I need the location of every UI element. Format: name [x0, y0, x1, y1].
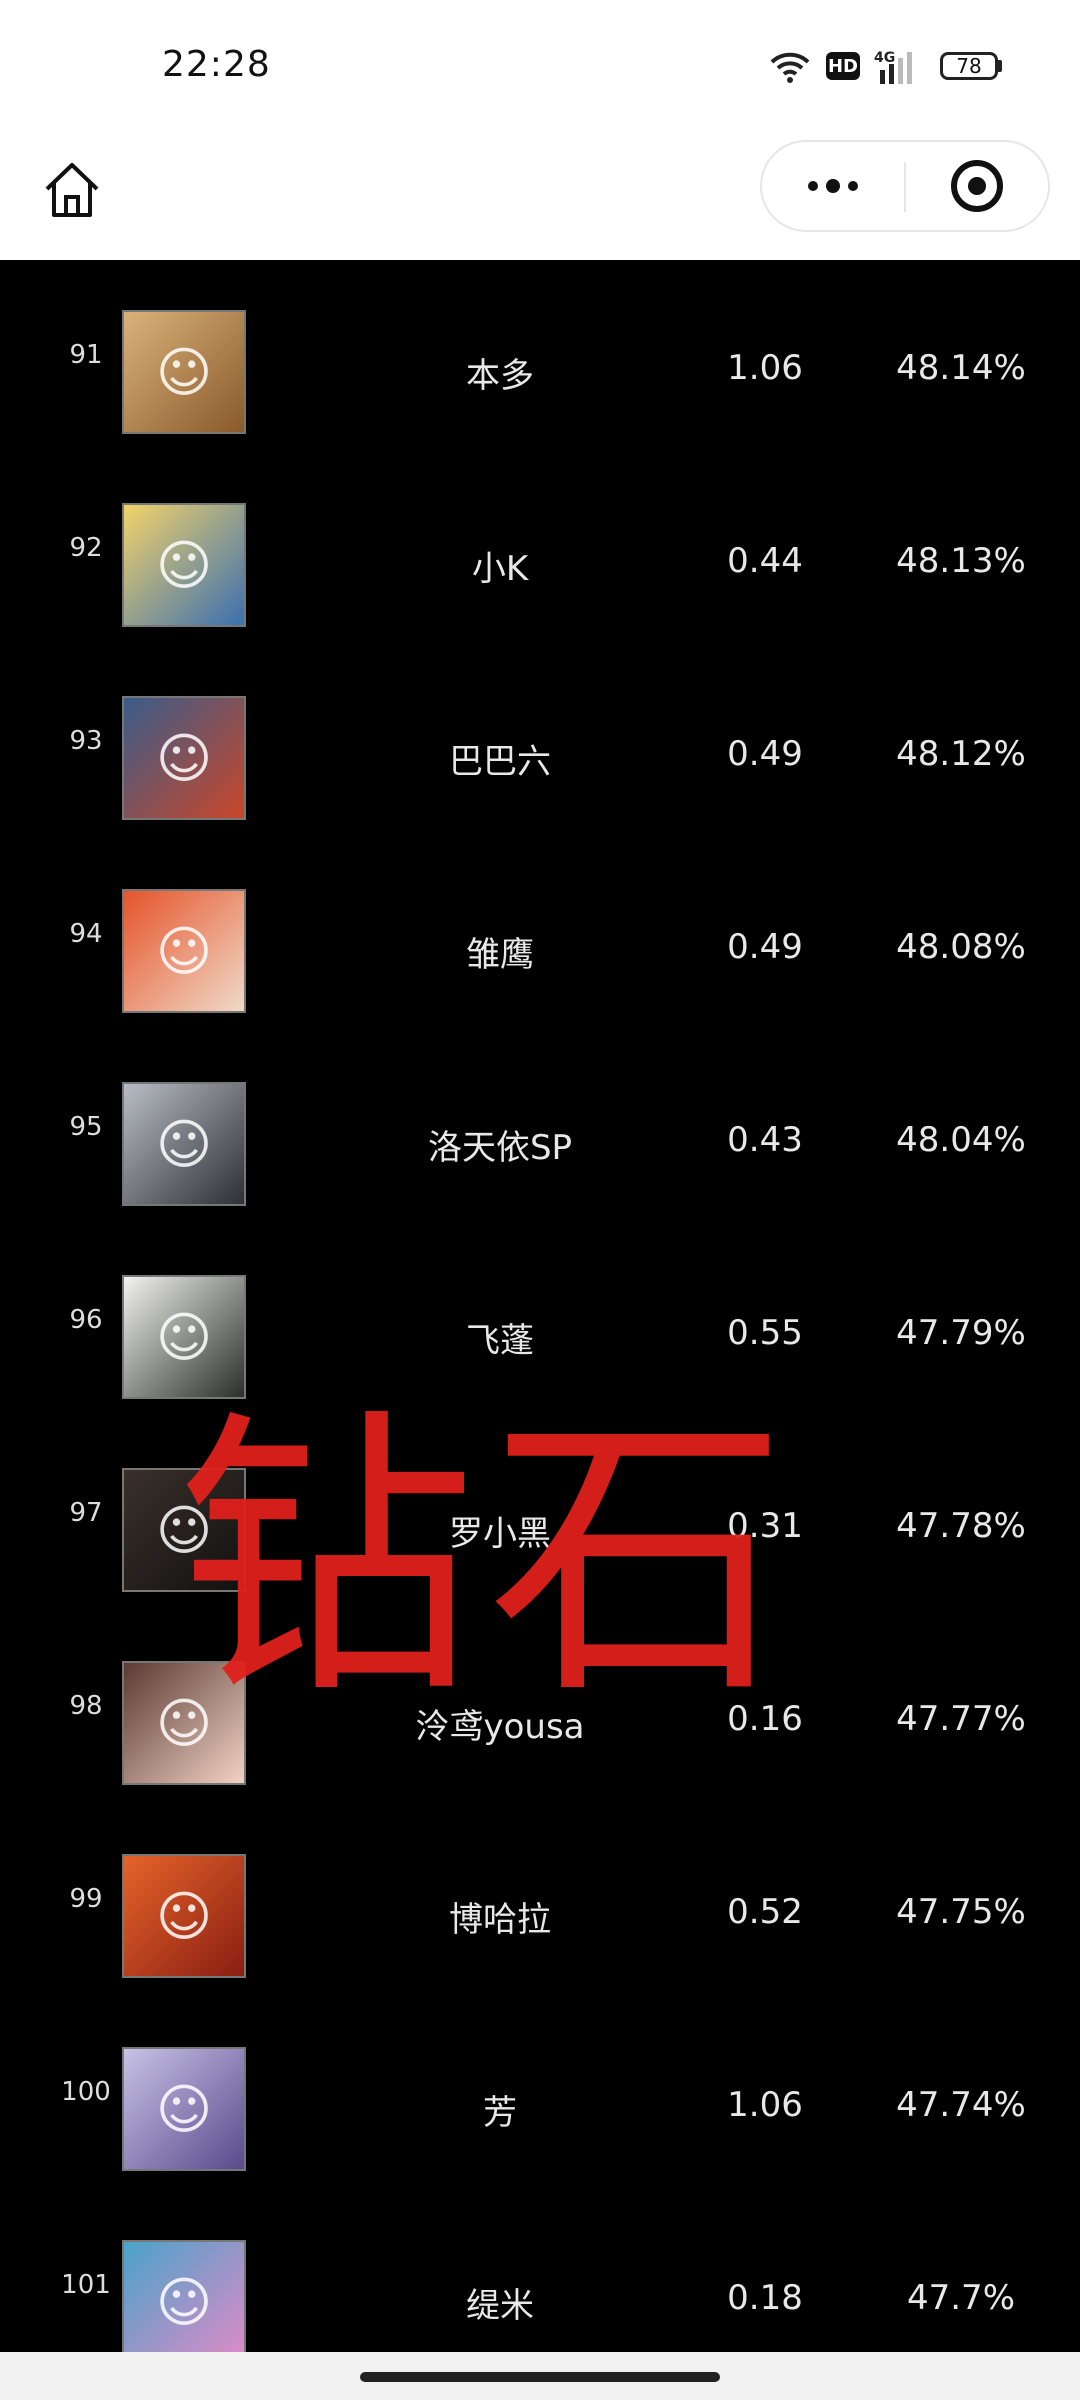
hero-name: 罗小黑 — [449, 1514, 551, 1554]
win-rate: 48.14% — [896, 348, 1026, 388]
hero-avatar: ☺ — [122, 1468, 246, 1592]
hero-name: 小K — [471, 549, 529, 589]
win-rate: 47.78% — [896, 1506, 1026, 1546]
avatar-icon: ☺ — [155, 340, 213, 404]
win-rate: 47.79% — [896, 1313, 1026, 1353]
hero-score: 0.44 — [727, 541, 803, 581]
hero-avatar: ☺ — [122, 310, 246, 434]
rank-number: 98 — [69, 1691, 103, 1721]
mini-program-capsule — [760, 140, 1050, 232]
more-dots-icon — [808, 179, 858, 193]
hero-score: 0.49 — [727, 734, 803, 774]
list-item[interactable]: 91 ☺ 本多 1.06 48.14% — [0, 260, 1080, 453]
avatar-icon: ☺ — [155, 1691, 213, 1755]
win-rate: 47.77% — [896, 1699, 1026, 1739]
avatar-icon: ☺ — [155, 2270, 213, 2334]
hero-avatar: ☺ — [122, 889, 246, 1013]
list-item[interactable]: 92 ☺ 小K 0.44 48.13% — [0, 453, 1080, 646]
nav-bar — [0, 130, 1080, 260]
win-rate: 48.04% — [896, 1120, 1026, 1160]
win-rate: 48.12% — [896, 734, 1026, 774]
battery-level: 78 — [940, 52, 998, 80]
list-item[interactable]: 97 ☺ 罗小黑 0.31 47.78% — [0, 1418, 1080, 1611]
hero-avatar: ☺ — [122, 1854, 246, 1978]
hero-score: 0.31 — [727, 1506, 803, 1546]
rank-number: 92 — [69, 533, 103, 563]
hero-score: 0.16 — [727, 1699, 803, 1739]
avatar-icon: ☺ — [155, 1498, 213, 1562]
home-icon — [45, 163, 99, 217]
list-item[interactable]: 98 ☺ 泠鸢yousa 0.16 47.77% — [0, 1611, 1080, 1804]
win-rate: 47.75% — [896, 1892, 1026, 1932]
list-item[interactable]: 100 ☺ 芳 1.06 47.74% — [0, 1997, 1080, 2190]
list-item[interactable]: 101 ☺ 缇米 0.18 47.7% — [0, 2190, 1080, 2352]
win-rate: 47.74% — [896, 2085, 1026, 2125]
avatar-icon: ☺ — [155, 1305, 213, 1369]
rank-number: 96 — [69, 1305, 103, 1335]
hero-score: 1.06 — [727, 2085, 803, 2125]
battery-icon: 78 — [940, 52, 1002, 80]
status-bar: 22:28 HD 4G 78 — [0, 0, 1080, 130]
hero-name: 博哈拉 — [449, 1900, 551, 1940]
hero-score: 0.49 — [727, 927, 803, 967]
hero-name: 缇米 — [466, 2286, 534, 2326]
list-item[interactable]: 96 ☺ 飞蓬 0.55 47.79% — [0, 1225, 1080, 1418]
hero-name: 雏鹰 — [466, 935, 534, 975]
avatar-icon: ☺ — [155, 919, 213, 983]
more-button[interactable] — [762, 142, 904, 230]
hero-name: 泠鸢yousa — [415, 1707, 585, 1747]
hero-avatar: ☺ — [122, 1082, 246, 1206]
network-label: 4G — [874, 50, 895, 66]
list-item[interactable]: 99 ☺ 博哈拉 0.52 47.75% — [0, 1804, 1080, 1997]
hero-name: 本多 — [466, 356, 534, 396]
hero-score: 1.06 — [727, 348, 803, 388]
hero-score: 0.52 — [727, 1892, 803, 1932]
rank-number: 95 — [69, 1112, 103, 1142]
home-indicator[interactable] — [360, 2372, 720, 2382]
status-time: 22:28 — [162, 44, 271, 85]
hero-avatar: ☺ — [122, 1661, 246, 1785]
hero-name: 飞蓬 — [466, 1321, 534, 1361]
hero-score: 0.18 — [727, 2278, 803, 2318]
list-item[interactable]: 93 ☺ 巴巴六 0.49 48.12% — [0, 646, 1080, 839]
avatar-icon: ☺ — [155, 726, 213, 790]
hero-avatar: ☺ — [122, 1275, 246, 1399]
hero-score: 0.43 — [727, 1120, 803, 1160]
win-rate: 48.13% — [896, 541, 1026, 581]
rank-number: 97 — [69, 1498, 103, 1528]
avatar-icon: ☺ — [155, 533, 213, 597]
avatar-icon: ☺ — [155, 2077, 213, 2141]
win-rate: 47.7% — [906, 2278, 1015, 2318]
wifi-icon — [770, 52, 810, 83]
hero-avatar: ☺ — [122, 696, 246, 820]
hero-avatar: ☺ — [122, 2047, 246, 2171]
avatar-icon: ☺ — [155, 1884, 213, 1948]
rank-number: 93 — [69, 726, 103, 756]
gesture-bar — [0, 2352, 1080, 2400]
hero-avatar: ☺ — [122, 2240, 246, 2352]
rank-number: 101 — [61, 2270, 111, 2300]
rank-number: 91 — [69, 340, 103, 370]
close-button[interactable] — [906, 142, 1048, 230]
list-item[interactable]: 94 ☺ 雏鹰 0.49 48.08% — [0, 839, 1080, 1032]
hero-name: 芳 — [483, 2093, 517, 2133]
home-button[interactable] — [36, 154, 108, 226]
target-circle-icon — [951, 160, 1003, 212]
win-rate: 48.08% — [896, 927, 1026, 967]
avatar-icon: ☺ — [155, 1112, 213, 1176]
status-icons: HD 4G 78 — [768, 48, 1002, 84]
signal-icon: 4G — [874, 50, 912, 84]
rank-number: 100 — [61, 2077, 111, 2107]
rank-number: 99 — [69, 1884, 103, 1914]
hero-score: 0.55 — [727, 1313, 803, 1353]
hd-icon: HD — [826, 52, 860, 80]
hero-ranking-list: 91 ☺ 本多 1.06 48.14% 92 ☺ 小K 0.44 48.13% … — [0, 260, 1080, 2352]
hero-name: 巴巴六 — [449, 742, 551, 782]
hero-avatar: ☺ — [122, 503, 246, 627]
hero-name: 洛天依SP — [427, 1128, 573, 1168]
rank-number: 94 — [69, 919, 103, 949]
list-item[interactable]: 95 ☺ 洛天依SP 0.43 48.04% — [0, 1032, 1080, 1225]
